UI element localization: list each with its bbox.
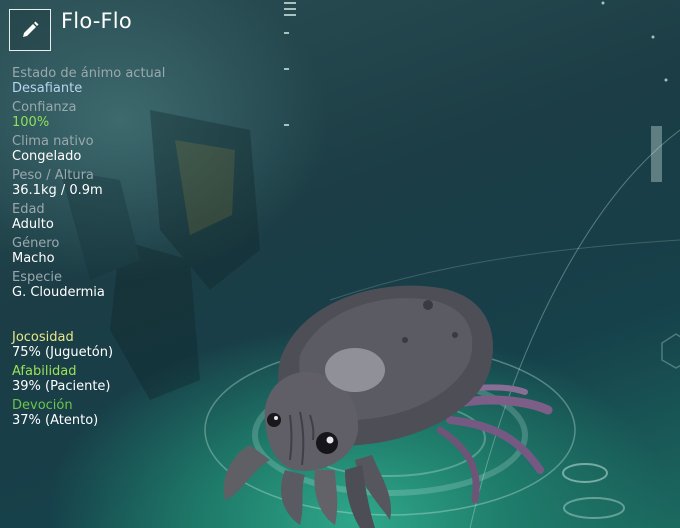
stat-age: Edad Adulto <box>12 202 232 233</box>
stat-value: Macho <box>12 251 55 266</box>
stat-label: Especie <box>12 270 62 285</box>
creature-stats: Estado de ánimo actual Desafiante Confia… <box>12 66 232 304</box>
trait-devocion: Devoción 37% (Atento) <box>12 398 232 429</box>
trait-value: 39% (Paciente) <box>12 379 111 394</box>
trait-value: 37% (Atento) <box>12 413 99 428</box>
creature-header: Flo-Flo <box>9 9 132 51</box>
stat-label: Edad <box>12 202 45 217</box>
creature-model <box>223 285 553 528</box>
creature-name: Flo-Flo <box>61 9 132 33</box>
trait-afabilidad: Afabilidad 39% (Paciente) <box>12 364 232 395</box>
trait-label: Jocosidad <box>12 330 74 345</box>
creature-traits: Jocosidad 75% (Juguetón) Afabilidad 39% … <box>12 330 232 432</box>
hud-hexagon <box>661 333 680 369</box>
rename-button[interactable] <box>9 9 51 51</box>
stat-gender: Género Macho <box>12 236 232 267</box>
stat-label: Género <box>12 236 60 251</box>
stat-value: 36.1kg / 0.9m <box>12 183 103 198</box>
trait-label: Afabilidad <box>12 364 77 379</box>
hud-dots <box>284 1 668 182</box>
stat-label: Confianza <box>12 100 77 115</box>
stat-value: Congelado <box>12 149 82 164</box>
stat-species: Especie G. Cloudermia <box>12 270 232 301</box>
stat-label: Estado de ánimo actual <box>12 66 166 81</box>
stat-trust: Confianza 100% <box>12 100 232 131</box>
stat-value: Desafiante <box>12 81 83 96</box>
stat-value: 100% <box>12 115 50 130</box>
trait-label: Devoción <box>12 398 73 413</box>
trait-jocosidad: Jocosidad 75% (Juguetón) <box>12 330 232 361</box>
pencil-icon <box>23 21 39 37</box>
stat-value: G. Cloudermia <box>12 285 105 300</box>
stat-label: Clima nativo <box>12 134 94 149</box>
stat-value: Adulto <box>12 217 54 232</box>
stat-climate: Clima nativo Congelado <box>12 134 232 165</box>
stat-mood: Estado de ánimo actual Desafiante <box>12 66 232 97</box>
stat-label: Peso / Altura <box>12 168 94 183</box>
trait-value: 75% (Juguetón) <box>12 345 114 360</box>
stat-weight-height: Peso / Altura 36.1kg / 0.9m <box>12 168 232 199</box>
